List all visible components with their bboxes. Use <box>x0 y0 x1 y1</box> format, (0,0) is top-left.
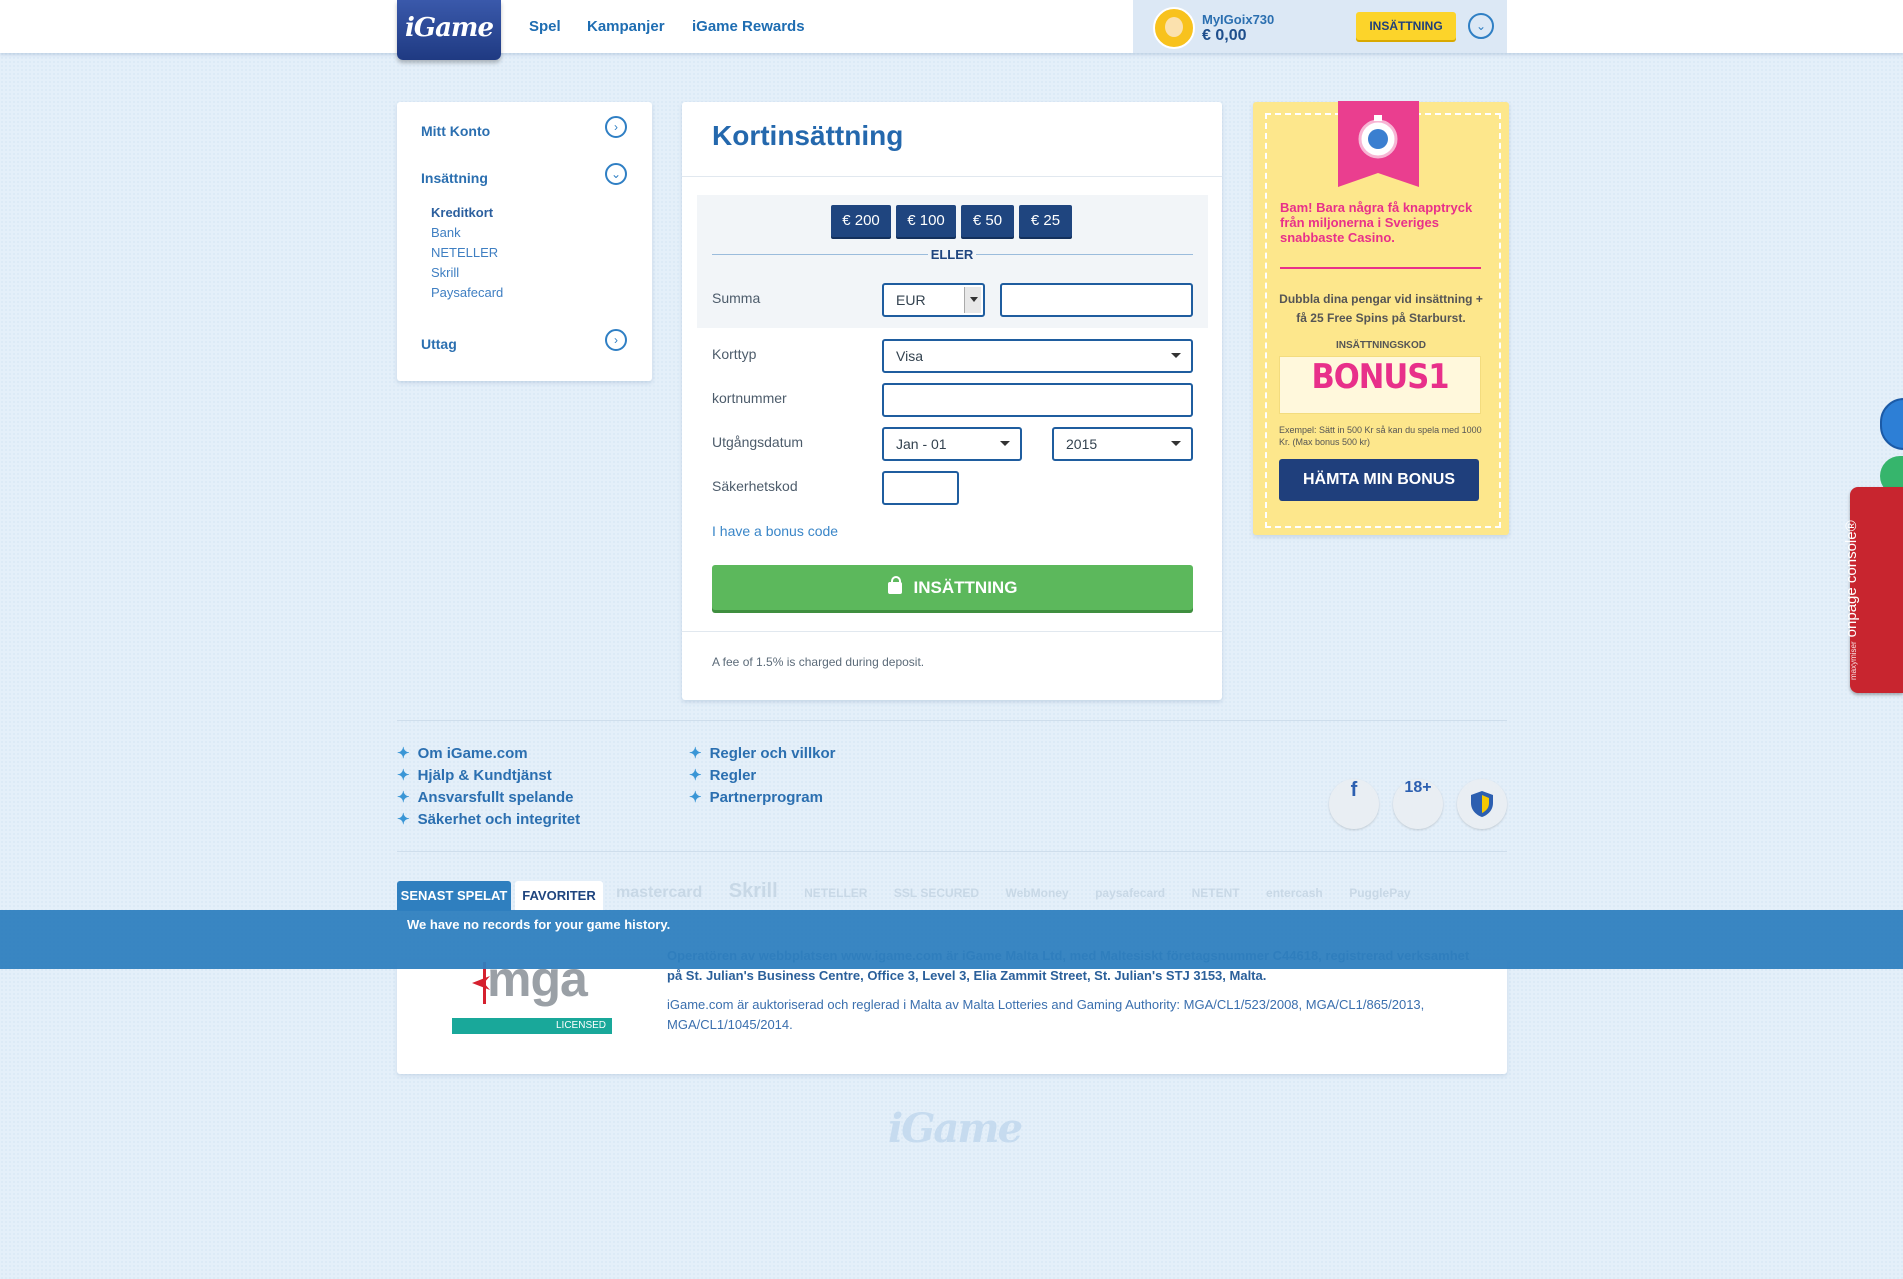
entercash-logo: entercash <box>1266 886 1323 900</box>
sidebar-item-uttag[interactable]: Uttag <box>421 336 457 352</box>
tab-favorites[interactable]: FAVORITER <box>515 881 603 911</box>
expiry-label: Utgångsdatum <box>712 434 804 450</box>
footer-link-regler[interactable]: Regler <box>689 766 757 784</box>
divider <box>397 851 1507 852</box>
sum-input[interactable] <box>1000 283 1193 317</box>
chevron-right-icon[interactable]: › <box>605 329 627 351</box>
sidebar-item-mitt-konto[interactable]: Mitt Konto <box>421 123 490 139</box>
pugglepay-logo: PugglePay <box>1349 886 1411 900</box>
dropdown-arrow-icon <box>964 287 981 313</box>
igame-footer-logo: iGame <box>888 1105 1023 1152</box>
stopwatch-icon <box>1358 115 1398 159</box>
promo-offer: Dubbla dina pengar vid insättning + få 2… <box>1279 292 1483 325</box>
sidebar-item-paysafecard[interactable]: Paysafecard <box>431 285 503 300</box>
chevron-down-icon[interactable]: ⌄ <box>605 163 627 185</box>
amount-200-button[interactable]: € 200 <box>831 205 891 237</box>
divider <box>682 176 1222 177</box>
chevron-down-icon[interactable]: ⌄ <box>1468 13 1494 39</box>
shield-icon[interactable] <box>1457 779 1507 829</box>
cvv-input[interactable] <box>882 471 959 505</box>
cvv-label: Säkerhetskod <box>712 478 798 494</box>
amount-50-button[interactable]: € 50 <box>961 205 1014 237</box>
or-label: ELLER <box>928 247 976 262</box>
top-bar <box>0 0 1903 53</box>
netent-logo: NETENT <box>1191 886 1240 900</box>
sum-label: Summa <box>712 290 761 306</box>
divider <box>397 720 1507 721</box>
sidebar-item-insattning[interactable]: Insättning <box>421 170 488 186</box>
currency-value: EUR <box>896 292 926 308</box>
footer-link-sakerhet[interactable]: Säkerhet och integritet <box>397 810 581 828</box>
nav-spel[interactable]: Spel <box>529 18 561 35</box>
deposit-submit-label: INSÄTTNING <box>913 578 1018 597</box>
bonus-code: BONUS1 <box>1279 356 1481 414</box>
get-bonus-button[interactable]: HÄMTA MIN BONUS <box>1279 459 1479 501</box>
expiry-month-value: Jan - 01 <box>896 436 947 452</box>
card-number-label: kortnummer <box>712 390 787 406</box>
age-18-icon[interactable]: 18+ <box>1393 779 1443 829</box>
promo-headline: Bam! Bara några få knapptryck från miljo… <box>1280 200 1473 245</box>
sidebar-item-neteller[interactable]: NETELLER <box>431 245 498 260</box>
facebook-icon[interactable]: f <box>1329 779 1379 829</box>
paysafecard-logo: paysafecard <box>1095 886 1166 900</box>
bonus-code-link[interactable]: I have a bonus code <box>712 523 838 539</box>
footer-link-partner[interactable]: Partnerprogram <box>689 788 823 806</box>
skrill-logo: Skrill <box>728 880 778 902</box>
expiry-year-value: 2015 <box>1066 436 1098 452</box>
chat-widget[interactable] <box>1880 398 1903 450</box>
sidebar-item-kreditkort[interactable]: Kreditkort <box>431 205 493 220</box>
deposit-submit-button[interactable]: INSÄTTNING <box>712 565 1193 610</box>
footer-link-ansvarsfullt[interactable]: Ansvarsfullt spelande <box>397 788 574 806</box>
game-history-bar <box>0 910 1903 969</box>
footer-link-regler-villkor[interactable]: Regler och villkor <box>689 744 836 762</box>
balance: € 0,00 <box>1202 27 1247 44</box>
avatar[interactable] <box>1153 7 1195 49</box>
console-label: maxymiseronpage console® <box>1843 520 1860 680</box>
expiry-year-select[interactable]: 2015 <box>1052 427 1193 461</box>
sidebar-item-skrill[interactable]: Skrill <box>431 265 459 280</box>
bonus-code-label: INSÄTTNINGSKOD <box>1336 340 1426 351</box>
username: MyIGoix730 <box>1202 12 1275 27</box>
header-deposit-button[interactable]: INSÄTTNING <box>1356 12 1456 40</box>
chevron-right-icon[interactable]: › <box>605 116 627 138</box>
ssl-secured-logo: SSL SECURED <box>893 886 980 900</box>
lock-icon <box>887 576 902 594</box>
fee-note: A fee of 1.5% is charged during deposit. <box>712 655 925 669</box>
stopwatch-ribbon <box>1338 101 1419 187</box>
chevron-down-icon <box>1171 441 1181 446</box>
igame-logo[interactable]: iGame <box>397 0 501 60</box>
card-number-input[interactable] <box>882 383 1193 417</box>
footer-link-om[interactable]: Om iGame.com <box>397 744 528 762</box>
nav-igame-rewards[interactable]: iGame Rewards <box>692 18 805 35</box>
licensed-badge: LICENSED <box>452 1018 612 1034</box>
tab-recently-played[interactable]: SENAST SPELAT <box>397 881 511 911</box>
chevron-down-icon <box>1000 441 1010 446</box>
expiry-month-select[interactable]: Jan - 01 <box>882 427 1022 461</box>
promo-example: Exempel: Sätt in 500 Kr så kan du spela … <box>1279 425 1482 447</box>
chevron-down-icon <box>1171 353 1181 358</box>
webmoney-logo: WebMoney <box>1005 886 1069 900</box>
amount-100-button[interactable]: € 100 <box>896 205 956 237</box>
card-type-select[interactable]: Visa <box>882 339 1193 373</box>
currency-select[interactable]: EUR <box>882 283 985 317</box>
game-history-message: We have no records for your game history… <box>407 917 671 932</box>
divider <box>682 631 1222 632</box>
nav-kampanjer[interactable]: Kampanjer <box>587 18 665 35</box>
shield-icon-graphic <box>1471 791 1493 817</box>
payment-logos: mastercard Skrill NETELLER SSL SECURED W… <box>598 880 1433 903</box>
license-text: iGame.com är auktoriserad och reglerad i… <box>667 997 1425 1032</box>
card-type-label: Korttyp <box>712 346 757 362</box>
console-brand: maxymiser <box>1849 641 1858 680</box>
page-title: Kortinsättning <box>712 120 904 151</box>
footer-link-hjalp[interactable]: Hjälp & Kundtjänst <box>397 766 552 784</box>
sidebar-item-bank[interactable]: Bank <box>431 225 461 240</box>
neteller-logo: NETELLER <box>804 886 868 900</box>
mastercard-logo: mastercard <box>616 884 703 901</box>
divider <box>1280 267 1481 269</box>
amount-25-button[interactable]: € 25 <box>1019 205 1072 237</box>
card-type-value: Visa <box>896 348 923 364</box>
account-sidebar: Mitt Konto › Insättning ⌄ Kreditkort Ban… <box>397 102 652 381</box>
